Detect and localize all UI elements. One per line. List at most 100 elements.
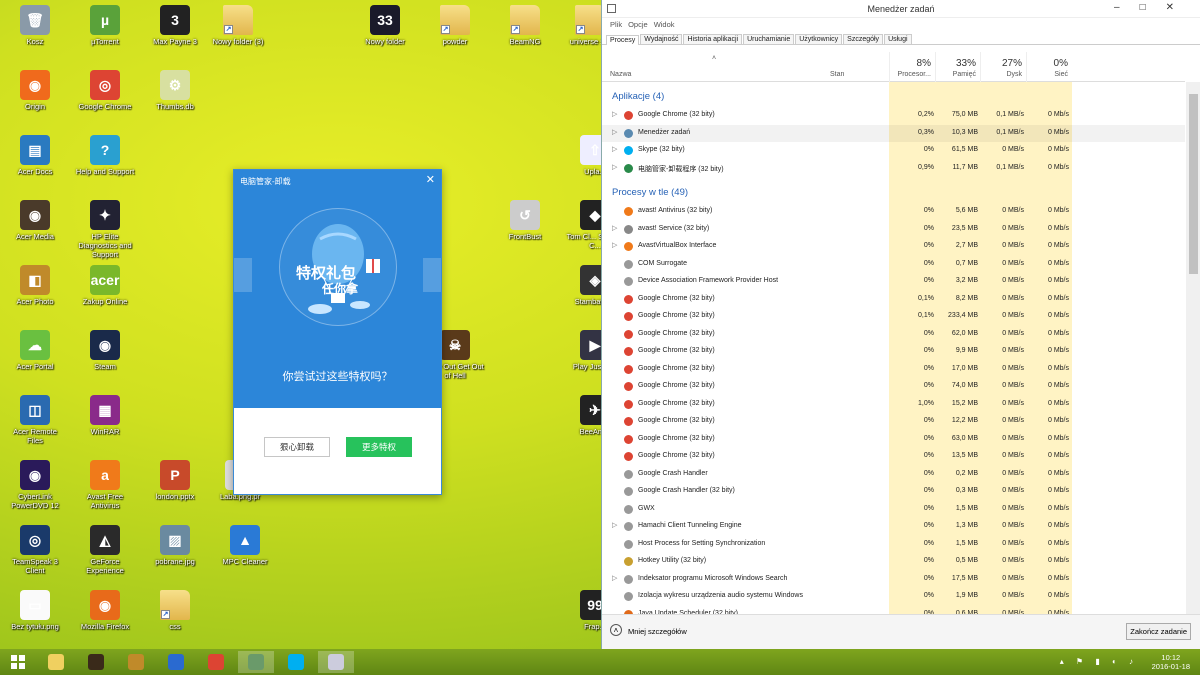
process-row[interactable]: COM Surrogate 0% 0,7 MB 0 MB/s 0 Mb/s	[602, 256, 1185, 274]
process-row[interactable]: Java Update Scheduler (32 bity) 0% 0,6 MB 0…	[602, 606, 1185, 614]
desktop-icon[interactable]: Plondon.pptx	[145, 460, 205, 501]
menu-item[interactable]: Widok	[654, 20, 675, 29]
process-row[interactable]: Hotkey Utility (32 bity) 0% 0,5 MB 0 MB/s 0 …	[602, 553, 1185, 571]
desktop-icon[interactable]: ◎ TeamSpeak 3 Client	[5, 525, 65, 575]
desktop-icon[interactable]: 🗑 Kosz	[5, 5, 65, 46]
process-row[interactable]: ▷ Menedżer zadań 0,3% 10,3 MB 0,1 MB/s 0 Mb/s	[602, 124, 1185, 142]
explorer-taskbar-button[interactable]	[38, 651, 74, 673]
tab[interactable]: Wydajność	[640, 34, 683, 44]
desktop-icon[interactable]: ◉ CyberLink PowerDVD 12	[5, 460, 65, 510]
expand-chevron-icon[interactable]: ▷	[612, 110, 617, 118]
expand-chevron-icon[interactable]: ▷	[612, 145, 617, 153]
close-icon[interactable]: ✕	[426, 173, 435, 186]
menu-item[interactable]: Opcje	[628, 20, 648, 29]
window-controls[interactable]: –□✕	[1114, 2, 1194, 13]
process-row[interactable]: Google Chrome (32 bity) 0,1% 233,4 MB 0 MB/…	[602, 308, 1185, 326]
desktop-icon[interactable]: ◉ Mozilla Firefox	[75, 590, 135, 631]
process-row[interactable]: Google Chrome (32 bity) 0% 17,0 MB 0 MB/s 0 …	[602, 361, 1185, 379]
next-arrow[interactable]	[423, 258, 441, 292]
process-row[interactable]: ▷ Google Chrome (32 bity) 0,2% 75,0 MB 0,1 M…	[602, 107, 1185, 125]
process-row[interactable]: Device Association Framework Provider Ho…	[602, 273, 1185, 291]
desktop-icon[interactable]: a Avast Free Antivirus	[75, 460, 135, 510]
clock[interactable]: 10:12 2016-01-18	[1152, 653, 1190, 671]
expand-chevron-icon[interactable]: ▷	[612, 128, 617, 136]
process-row[interactable]: ▷ Hamachi Client Tunneling Engine 0% 1,3 MB…	[602, 518, 1185, 536]
desktop-icon[interactable]: µ µTorrent	[75, 5, 135, 46]
media-taskbar-button[interactable]	[78, 651, 114, 673]
col-status[interactable]: Stan	[830, 71, 844, 78]
tab[interactable]: Procesy	[606, 35, 640, 45]
process-row[interactable]: Host Process for Setting Synchronization…	[602, 536, 1185, 554]
process-row[interactable]: avast! Antivirus (32 bity) 0% 5,6 MB 0 MB/s…	[602, 203, 1185, 221]
desktop-icon[interactable]: ◉ Steam	[75, 330, 135, 371]
fewer-details-link[interactable]: Mniej szczegółów	[628, 627, 687, 636]
desktop-icon[interactable]: ↗ powder	[425, 5, 485, 46]
expand-chevron-icon[interactable]: ▷	[612, 574, 617, 582]
vertical-scrollbar[interactable]	[1186, 82, 1200, 614]
col-cpu[interactable]: 8% Procesor...	[889, 52, 935, 82]
chrome-taskbar-button[interactable]	[198, 651, 234, 673]
desktop-icon[interactable]: ▤ Acer Docs	[5, 135, 65, 176]
mail-taskbar-button[interactable]	[158, 651, 194, 673]
desktop-icon[interactable]: ◧ Acer Photo	[5, 265, 65, 306]
tab[interactable]: Usługi	[884, 34, 912, 44]
process-row[interactable]: ▷ 电脑管家-卸载程序 (32 bity) 0,9% 11,7 MB 0,1 MB/s 0…	[602, 160, 1185, 178]
start-taskbar-button[interactable]	[0, 651, 36, 673]
scroll-thumb[interactable]	[1189, 94, 1198, 274]
process-row[interactable]: Google Chrome (32 bity) 0% 63,0 MB 0 MB/s 0 …	[602, 431, 1185, 449]
process-row[interactable]: ▷ avast! Service (32 bity) 0% 23,5 MB 0 MB/s…	[602, 221, 1185, 239]
desktop-icon[interactable]: ☁ Acer Portal	[5, 330, 65, 371]
desktop-icon[interactable]: ◎ Google Chrome	[75, 70, 135, 111]
desktop-icon[interactable]: ↗ BeamNG	[495, 5, 555, 46]
desktop-icon[interactable]: ↗ css	[145, 590, 205, 631]
process-row[interactable]: Google Crash Handler 0% 0,2 MB 0 MB/s 0 Mb/s	[602, 466, 1185, 484]
expand-chevron-icon[interactable]: ▷	[612, 521, 617, 529]
process-row[interactable]: Izolacja wykresu urządzenia audio system…	[602, 588, 1185, 606]
tab[interactable]: Historia aplikacji	[683, 34, 743, 44]
process-row[interactable]: Google Crash Handler (32 bity) 0% 0,3 MB 0 …	[602, 483, 1185, 501]
expand-chevron-icon[interactable]: ▷	[612, 163, 617, 171]
desktop-icon[interactable]: 33 Nowy folder	[355, 5, 415, 46]
uninstall-button[interactable]: 狠心卸载	[264, 437, 330, 457]
desktop-icon[interactable]: ↺ FrontBust	[495, 200, 555, 241]
tab[interactable]: Uruchamianie	[743, 34, 795, 44]
recycle-taskbar-button[interactable]	[238, 651, 274, 673]
more-privileges-button[interactable]: 更多特权	[346, 437, 412, 457]
desktop-icon[interactable]: ◫ Acer Remote Files	[5, 395, 65, 445]
desktop-icon[interactable]: ▨ pobrane.jpg	[145, 525, 205, 566]
desktop-icon[interactable]: ? Help and Support	[75, 135, 135, 176]
col-disk[interactable]: 27% Dysk	[980, 52, 1026, 82]
process-row[interactable]: GWX 0% 1,5 MB 0 MB/s 0 Mb/s	[602, 501, 1185, 519]
process-row[interactable]: ▷ Indeksator programu Microsoft Windows S…	[602, 571, 1185, 589]
desktop-icon[interactable]: ◉ Acer Media	[5, 200, 65, 241]
process-row[interactable]: Google Chrome (32 bity) 1,0% 15,2 MB 0 MB/s…	[602, 396, 1185, 414]
menu-item[interactable]: Plik	[610, 20, 622, 29]
desktop-icon[interactable]: ↗ Nowy folder (3)	[208, 5, 268, 46]
desktop-icon[interactable]: ▦ WinRAR	[75, 395, 135, 436]
desktop-icon[interactable]: ▲ MPC Cleaner	[215, 525, 275, 566]
process-row[interactable]: Google Chrome (32 bity) 0% 12,2 MB 0 MB/s 0 …	[602, 413, 1185, 431]
prev-arrow[interactable]	[234, 258, 252, 292]
process-row[interactable]: Google Chrome (32 bity) 0,1% 8,2 MB 0 MB/s 0…	[602, 291, 1185, 309]
desktop-icon[interactable]: ◭ GeForce Experience	[75, 525, 135, 575]
process-row[interactable]: ▷ AvastVirtualBox Interface 0% 2,7 MB 0 MB/s…	[602, 238, 1185, 256]
expand-chevron-icon[interactable]: ▷	[612, 241, 617, 249]
skype-taskbar-button[interactable]	[278, 651, 314, 673]
tab[interactable]: Szczegóły	[843, 34, 884, 44]
desktop-icon[interactable]: 3 Max Payne 3	[145, 5, 205, 46]
system-tray[interactable]: ▴ ⚑ ▮ ◐ ♪	[1060, 657, 1138, 666]
desktop-icon[interactable]: acer Zakup Online	[75, 265, 135, 306]
process-row[interactable]: ▷ Skype (32 bity) 0% 61,5 MB 0 MB/s 0 Mb/s	[602, 142, 1185, 160]
desktop-icon[interactable]: ✦ HP Elite Diagnostics and Support	[75, 200, 135, 259]
photo-taskbar-button[interactable]	[118, 651, 154, 673]
col-name[interactable]: Nazwa	[610, 71, 631, 78]
chevron-up-icon[interactable]: ˄	[610, 624, 622, 636]
end-task-button[interactable]: Zakończ zadanie	[1126, 623, 1191, 640]
desktop-icon[interactable]: ▭ Bez tytułu.png	[5, 590, 65, 631]
desktop-icon[interactable]: ⚙ Thumbs.db	[145, 70, 205, 111]
col-network[interactable]: 0% Sieć	[1026, 52, 1072, 82]
taskmgr-taskbar-button[interactable]	[318, 651, 354, 673]
process-row[interactable]: Google Chrome (32 bity) 0% 74,0 MB 0 MB/s 0 …	[602, 378, 1185, 396]
tab[interactable]: Użytkownicy	[795, 34, 843, 44]
process-row[interactable]: Google Chrome (32 bity) 0% 13,5 MB 0 MB/s 0 …	[602, 448, 1185, 466]
